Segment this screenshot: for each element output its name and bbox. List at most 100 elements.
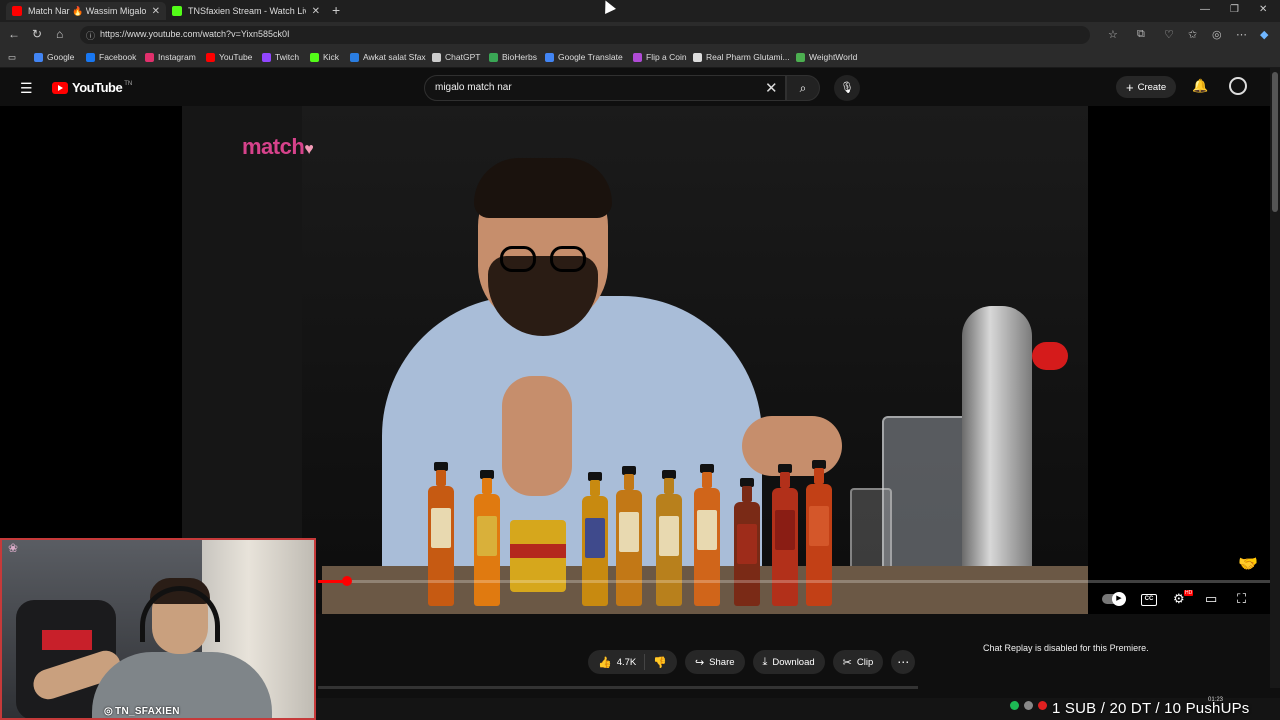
- clear-search-icon[interactable]: ✕: [765, 79, 778, 97]
- video-frame: match♥: [182, 106, 1088, 614]
- tab-kick-stream[interactable]: TNSfaxien Stream - Watch Live o ✕: [166, 2, 326, 20]
- instagram-icon: ◎: [104, 706, 114, 717]
- site-info-icon[interactable]: ⓘ: [86, 29, 95, 42]
- window-close-icon[interactable]: ✕: [1259, 4, 1267, 15]
- bookmark-flip-a-coin[interactable]: Flip a Coin: [633, 52, 687, 62]
- search-input[interactable]: migalo match nar ✕: [424, 75, 786, 101]
- coin-icon: [633, 52, 642, 62]
- youtube-icon: [206, 52, 215, 62]
- reload-icon[interactable]: ↻: [32, 27, 42, 41]
- tab-title: TNSfaxien Stream - Watch Live o: [188, 6, 306, 16]
- scrollbar-thumb[interactable]: [1272, 72, 1278, 212]
- bookmark-youtube[interactable]: YouTube: [206, 52, 252, 62]
- bioherbs-icon: [489, 52, 498, 62]
- tab-youtube-video[interactable]: Match Nar 🔥 Wassim Migalou - ✕: [6, 2, 166, 20]
- siphon-red-cap: [1032, 342, 1068, 370]
- more-horizontal-icon: ⋯: [897, 655, 910, 669]
- favorite-star-icon[interactable]: ☆: [1108, 28, 1118, 41]
- share-label: Share: [709, 656, 735, 668]
- bookmark-weightworld[interactable]: WeightWorld: [796, 52, 857, 62]
- like-count: 4.7K: [616, 656, 637, 668]
- bookmark-facebook[interactable]: Facebook: [86, 52, 136, 62]
- country-code: TN: [124, 80, 133, 87]
- url-text: https://www.youtube.com/watch?v=Yixn585c…: [100, 29, 290, 39]
- more-options-icon[interactable]: ⋯: [1236, 28, 1247, 41]
- notifications-bell-icon[interactable]: 🔔: [1192, 78, 1208, 94]
- bookmark-chatgpt[interactable]: ChatGPT: [432, 52, 480, 62]
- bookmarks-bar: ▭ Google Facebook Instagram YouTube Twit…: [0, 48, 1280, 68]
- bookmark-google[interactable]: Google: [34, 52, 74, 62]
- extensions-icon[interactable]: ⧉: [1137, 28, 1145, 41]
- horizontal-scrollbar[interactable]: [318, 686, 918, 689]
- host-hand: [502, 376, 572, 496]
- create-button[interactable]: + Create: [1116, 76, 1177, 98]
- progress-bar[interactable]: [318, 576, 1270, 586]
- clip-button[interactable]: ✂ Clip: [832, 650, 884, 674]
- hot-sauce-bottle: [474, 470, 500, 606]
- microphone-icon: 🎙: [840, 82, 854, 94]
- tab-title: Match Nar 🔥 Wassim Migalou -: [28, 5, 146, 16]
- home-icon[interactable]: ⌂: [56, 27, 63, 41]
- voice-search-button[interactable]: 🎙: [834, 75, 860, 101]
- hot-sauce-bottle: [806, 460, 832, 606]
- close-icon[interactable]: ✕: [312, 6, 320, 17]
- copilot-icon[interactable]: ◆: [1260, 28, 1268, 41]
- minimize-icon[interactable]: —: [1200, 4, 1210, 15]
- page-scrollbar[interactable]: [1270, 68, 1280, 688]
- subtitles-button[interactable]: CC: [1141, 594, 1157, 606]
- browser-essentials-icon[interactable]: ♡: [1164, 28, 1174, 41]
- guest-hand: [742, 416, 842, 476]
- favorites-icon[interactable]: ✩: [1188, 28, 1197, 41]
- like-dislike-group: 👍 4.7K 👎: [588, 650, 677, 674]
- autoplay-toggle[interactable]: ▶: [1102, 592, 1126, 606]
- gaming-chair-stripe: [42, 630, 92, 650]
- bookmark-real-pharm[interactable]: Real Pharm Glutami...: [693, 52, 790, 62]
- hot-sauce-bottle: [616, 466, 642, 606]
- channel-watermark-icon[interactable]: 🤝: [1238, 554, 1258, 574]
- glasses-lens-left: [500, 246, 536, 272]
- address-toolbar: ← ↻ ⌂ ⓘ https://www.youtube.com/watch?v=…: [0, 22, 1280, 48]
- download-button[interactable]: ⤓ Download: [752, 650, 825, 674]
- youtube-logo[interactable]: YouTube TN: [52, 80, 132, 95]
- url-field[interactable]: ⓘ https://www.youtube.com/watch?v=Yixn58…: [80, 26, 1090, 44]
- record-icon[interactable]: [1038, 701, 1047, 710]
- search-icon: ⌕: [799, 81, 807, 95]
- settings-gear-icon[interactable]: ⚙: [1173, 591, 1185, 607]
- theater-mode-icon[interactable]: ▭: [1205, 591, 1217, 607]
- new-tab-button[interactable]: +: [332, 2, 340, 18]
- share-icon: ↪: [694, 656, 705, 669]
- share-button[interactable]: ↪ Share: [684, 650, 745, 674]
- instagram-icon: [145, 52, 154, 62]
- search-button[interactable]: ⌕: [786, 75, 820, 101]
- close-icon[interactable]: ✕: [152, 6, 160, 17]
- glasses-lens-right: [550, 246, 586, 272]
- hot-sauce-bottle: [772, 464, 798, 606]
- like-button[interactable]: 👍 4.7K: [588, 654, 646, 670]
- back-icon[interactable]: ←: [8, 27, 20, 41]
- tray-app-icon[interactable]: [1024, 701, 1033, 710]
- youtube-favicon-icon: [12, 6, 22, 16]
- more-actions-button[interactable]: ⋯: [891, 650, 916, 674]
- facebook-icon: [86, 52, 95, 62]
- scrubber-handle[interactable]: [341, 576, 352, 586]
- plus-icon: +: [1126, 79, 1134, 95]
- search-query: migalo match nar: [435, 82, 512, 93]
- bookmark-instagram[interactable]: Instagram: [145, 52, 196, 62]
- video-actions: 👍 4.7K 👎 ↪ Share ⤓ Download ✂ Clip ⋯: [588, 650, 923, 674]
- profile-icon[interactable]: ◎: [1212, 28, 1222, 41]
- bookmark-google-translate[interactable]: Google Translate: [545, 52, 623, 62]
- account-avatar[interactable]: [1229, 77, 1247, 95]
- pharm-icon: [693, 52, 702, 62]
- dislike-button[interactable]: 👎: [645, 656, 677, 669]
- hamburger-menu-icon[interactable]: ☰: [20, 80, 33, 97]
- bookmark-twitch[interactable]: Twitch: [262, 52, 299, 62]
- match-logo: match♥: [242, 134, 314, 159]
- bookmark-kick[interactable]: Kick: [310, 52, 339, 62]
- maximize-icon[interactable]: ❐: [1230, 4, 1239, 15]
- youtube-play-icon: [52, 81, 68, 94]
- fullscreen-icon[interactable]: ⛶: [1237, 591, 1246, 607]
- bookmark-awkat-salat[interactable]: Awkat salat Sfax: [350, 52, 426, 62]
- spotify-icon[interactable]: [1010, 701, 1019, 710]
- bookmark-bioherbs[interactable]: BioHerbs: [489, 52, 537, 62]
- bookmarks-menu-icon[interactable]: ▭: [8, 52, 16, 63]
